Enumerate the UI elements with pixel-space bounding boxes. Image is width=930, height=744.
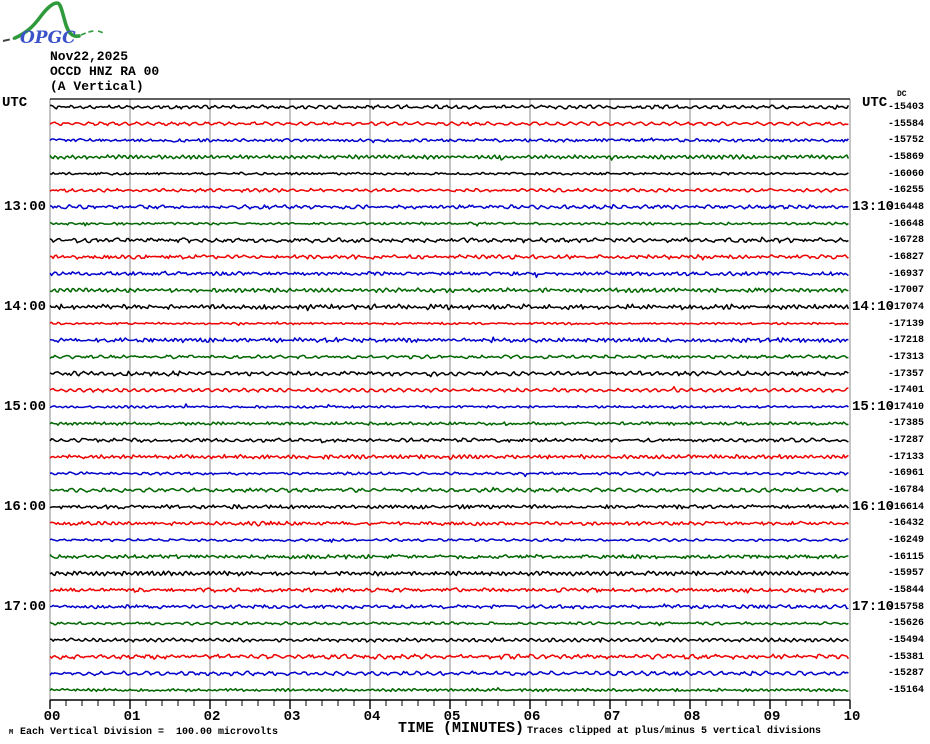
dc-value: -16961 bbox=[864, 469, 924, 479]
x-tick-label: 07 bbox=[596, 710, 628, 724]
seismo-trace-13 bbox=[50, 304, 848, 310]
seismo-trace-36 bbox=[50, 688, 848, 692]
left-hour-label: 16:00 bbox=[2, 500, 46, 514]
seismo-trace-28 bbox=[50, 555, 848, 559]
seismo-trace-30 bbox=[50, 588, 848, 593]
seismo-trace-5 bbox=[50, 172, 848, 175]
seismo-trace-19 bbox=[50, 404, 848, 409]
seismo-trace-17 bbox=[50, 371, 848, 377]
dc-value: -16784 bbox=[864, 486, 924, 496]
seismo-trace-33 bbox=[50, 638, 848, 642]
seismo-trace-25 bbox=[50, 505, 848, 509]
seismo-trace-22 bbox=[50, 455, 848, 460]
x-tick-label: 08 bbox=[676, 710, 708, 724]
dc-value: -16728 bbox=[864, 236, 924, 246]
left-hour-label: 15:00 bbox=[2, 400, 46, 414]
seismo-trace-21 bbox=[50, 438, 848, 443]
dc-value: -16827 bbox=[864, 253, 924, 263]
dc-value: -16060 bbox=[864, 170, 924, 180]
webicorder-page: OPGC Nov22,2025 OCCD HNZ RA 00 (A Vertic… bbox=[0, 0, 930, 744]
seismo-trace-29 bbox=[50, 571, 848, 576]
dc-value: -16937 bbox=[864, 270, 924, 280]
left-hour-label: 17:00 bbox=[2, 600, 46, 614]
dc-value: -17385 bbox=[864, 419, 924, 429]
helicorder-plot bbox=[0, 0, 930, 744]
x-tick-label: 01 bbox=[116, 710, 148, 724]
dc-value: -16255 bbox=[864, 186, 924, 196]
seismo-trace-12 bbox=[50, 288, 848, 293]
seismo-trace-35 bbox=[50, 671, 848, 675]
seismo-trace-23 bbox=[50, 472, 848, 477]
dc-value: -16648 bbox=[864, 220, 924, 230]
seismo-trace-1 bbox=[50, 105, 848, 109]
dc-value: -16249 bbox=[864, 536, 924, 546]
seismo-trace-18 bbox=[50, 387, 848, 392]
dc-value: -16432 bbox=[864, 519, 924, 529]
dc-value: -17410 bbox=[864, 403, 924, 413]
dc-value: -17133 bbox=[864, 453, 924, 463]
seismo-trace-4 bbox=[50, 155, 848, 160]
dc-value: -17357 bbox=[864, 370, 924, 380]
seismo-trace-34 bbox=[50, 654, 848, 659]
dc-value: -16115 bbox=[864, 553, 924, 563]
dc-value: -17007 bbox=[864, 286, 924, 296]
dc-value: -15494 bbox=[864, 636, 924, 646]
footer-scale-note: Each Vertical Division = 100.00 microvol… bbox=[20, 727, 278, 738]
seismo-trace-11 bbox=[50, 271, 848, 277]
dc-value: -15626 bbox=[864, 619, 924, 629]
seismo-trace-14 bbox=[50, 322, 848, 325]
dc-value: -15752 bbox=[864, 136, 924, 146]
dc-value: -17287 bbox=[864, 436, 924, 446]
left-utc-header: UTC bbox=[2, 96, 27, 110]
seismo-trace-27 bbox=[50, 539, 848, 543]
seismo-trace-20 bbox=[50, 422, 848, 425]
x-tick-label: 02 bbox=[196, 710, 228, 724]
left-hour-label: 14:00 bbox=[2, 300, 46, 314]
x-tick-label: 00 bbox=[36, 710, 68, 724]
dc-value: -15869 bbox=[864, 153, 924, 163]
dc-value: -15584 bbox=[864, 120, 924, 130]
x-tick-label: 09 bbox=[756, 710, 788, 724]
dc-value: -15381 bbox=[864, 653, 924, 663]
dc-value: -15403 bbox=[864, 103, 924, 113]
dc-value: -15164 bbox=[864, 686, 924, 696]
seismo-trace-2 bbox=[50, 122, 848, 126]
dc-value: -17139 bbox=[864, 320, 924, 330]
seismo-trace-10 bbox=[50, 255, 848, 260]
left-hour-label: 13:00 bbox=[2, 200, 46, 214]
seismo-trace-6 bbox=[50, 189, 848, 193]
dc-value: -17074 bbox=[864, 303, 924, 313]
seismo-trace-8 bbox=[50, 222, 848, 226]
footer-clip-note: Traces clipped at plus/minus 5 vertical … bbox=[527, 726, 821, 737]
dc-value: -15844 bbox=[864, 586, 924, 596]
seismo-trace-16 bbox=[50, 355, 848, 359]
dc-value: -17401 bbox=[864, 386, 924, 396]
dc-value: -15758 bbox=[864, 603, 924, 613]
x-tick-label: 03 bbox=[276, 710, 308, 724]
dc-value: -17313 bbox=[864, 353, 924, 363]
x-axis-title: TIME (MINUTES) bbox=[398, 721, 524, 736]
x-tick-label: 04 bbox=[356, 710, 388, 724]
x-tick-label: 10 bbox=[836, 710, 868, 724]
dc-column-header: DC bbox=[897, 91, 907, 99]
seismo-trace-9 bbox=[50, 237, 848, 242]
seismo-trace-26 bbox=[50, 521, 848, 525]
seismo-trace-32 bbox=[50, 622, 848, 626]
dc-value: -15287 bbox=[864, 669, 924, 679]
seismo-trace-15 bbox=[50, 337, 848, 342]
seismo-trace-31 bbox=[50, 604, 848, 609]
dc-value: -15957 bbox=[864, 569, 924, 579]
seismo-trace-7 bbox=[50, 205, 848, 209]
dc-value: -17218 bbox=[864, 336, 924, 346]
dc-value: -16448 bbox=[864, 203, 924, 213]
footer-mark: M bbox=[9, 730, 13, 737]
seismo-trace-24 bbox=[50, 488, 848, 493]
dc-value: -16614 bbox=[864, 503, 924, 513]
seismo-trace-3 bbox=[50, 138, 848, 143]
